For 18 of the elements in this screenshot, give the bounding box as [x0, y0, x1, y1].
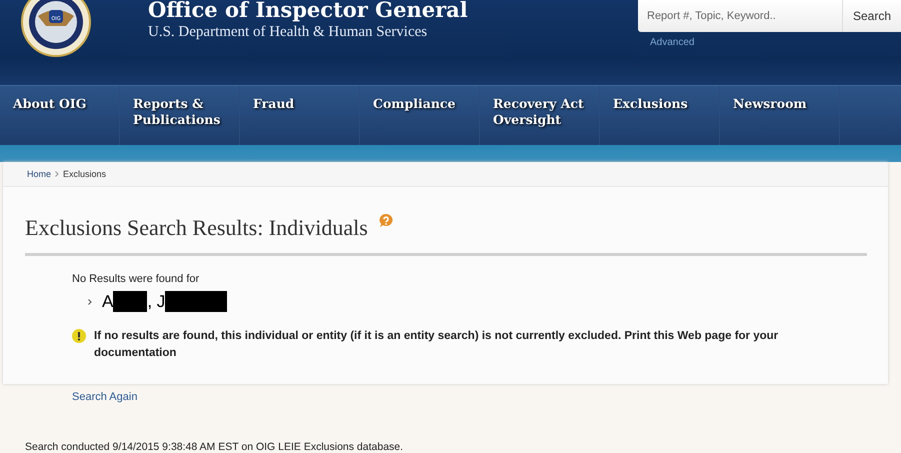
help-icon[interactable] [378, 213, 394, 229]
search-button[interactable]: Search [842, 0, 901, 32]
name-text: , J [147, 292, 166, 312]
no-results-label: No Results were found for [72, 273, 200, 285]
search-timestamp: Search conducted 9/14/2015 9:38:48 AM EST on OIG LEIE Exclusions database. [25, 441, 404, 453]
breadcrumb-link[interactable]: Exclusions [63, 169, 106, 179]
warning-icon [72, 329, 86, 343]
advanced-search-link[interactable]: Advanced [650, 37, 694, 48]
search-again-link[interactable]: Search Again [72, 391, 901, 403]
page-title: Exclusions Search Results: Individuals [25, 215, 368, 241]
name-text: A [102, 292, 114, 312]
notice-text: If no results are found, this individual or entity (if it is an entity search) is not currently excluded. Print this Web page for your documentation [94, 329, 780, 361]
breadcrumb-separator-icon [55, 171, 60, 177]
site-subtitle: U.S. Department of Health & Human Services [148, 24, 428, 41]
bullet-icon [88, 298, 92, 304]
site-title: Office of Inspector General [148, 0, 468, 22]
breadcrumb-link[interactable]: Home [27, 169, 52, 179]
search-field[interactable]: Report #, Topic, Keyword.. [638, 0, 842, 32]
